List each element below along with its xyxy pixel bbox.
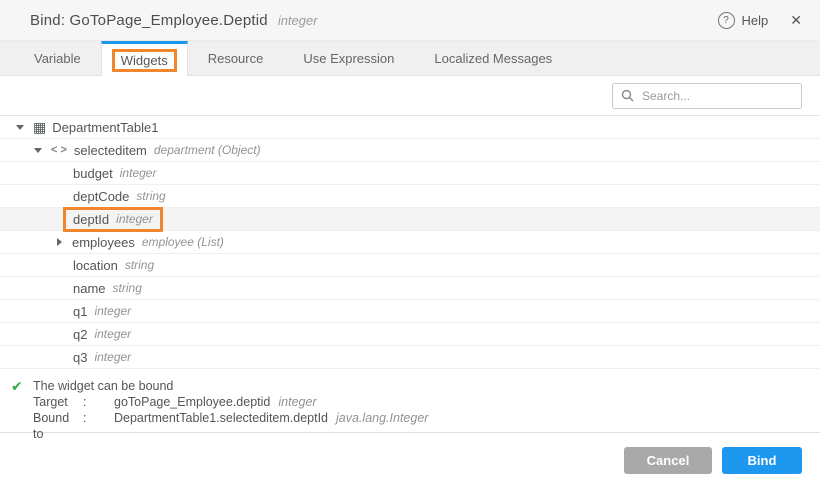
status-colon: : <box>83 394 114 410</box>
check-icon: ✔ <box>11 378 23 395</box>
status-label: Target <box>33 394 83 410</box>
tree-node-type: integer <box>94 350 131 364</box>
tree-row-selecteditem[interactable]: < > selecteditem department (Object) <box>0 139 820 162</box>
tree-node-label: q1 <box>73 304 87 319</box>
dialog-title: Bind: GoToPage_Employee.Deptid <box>30 12 268 29</box>
tree-node-label: employees <box>72 235 135 250</box>
tree-node-label: budget <box>73 166 113 181</box>
tree-row-deptid[interactable]: deptId integer <box>0 208 820 231</box>
tree-node-label: deptId <box>73 212 109 227</box>
cancel-button[interactable]: Cancel <box>624 447 712 474</box>
status-value-type: integer <box>278 394 316 410</box>
chevron-down-icon[interactable] <box>34 148 42 153</box>
tree-row-location[interactable]: location string <box>0 254 820 277</box>
tree-row-q1[interactable]: q1 integer <box>0 300 820 323</box>
search-row <box>0 76 820 116</box>
tree-node-label: deptCode <box>73 189 129 204</box>
dialog-header: Bind: GoToPage_Employee.Deptid integer ?… <box>0 0 820 40</box>
tree-row-budget[interactable]: budget integer <box>0 162 820 185</box>
tree-node-type: integer <box>120 166 157 180</box>
object-icon: < > <box>51 144 67 156</box>
tree-row-q3[interactable]: q3 integer <box>0 346 820 369</box>
tab-label: Resource <box>208 51 264 66</box>
tree-node-type: department (Object) <box>154 143 261 157</box>
tree-node-type: string <box>136 189 165 203</box>
status-colon: : <box>83 410 114 442</box>
status-value: DepartmentTable1.selecteditem.deptId <box>114 410 328 442</box>
search-input[interactable] <box>640 88 793 104</box>
tree-node-label: q3 <box>73 350 87 365</box>
status-label: Bound to <box>33 410 83 442</box>
header-actions: ? Help ✕ <box>718 12 802 29</box>
status-rows: Target:goToPage_Employee.deptidintegerBo… <box>0 394 820 442</box>
status-value: goToPage_Employee.deptid <box>114 394 270 410</box>
annotation-box: Widgets <box>112 49 177 72</box>
table-icon: ▦ <box>33 120 46 134</box>
status-row-target: Target:goToPage_Employee.deptid integer <box>33 394 820 410</box>
search-box[interactable] <box>612 83 802 109</box>
status-value-type: java.lang.Integer <box>336 410 428 442</box>
help-button[interactable]: Help <box>742 13 769 28</box>
dialog-title-type: integer <box>278 13 318 28</box>
tree-node-type: employee (List) <box>142 235 224 249</box>
status-message: The widget can be bound <box>33 378 820 394</box>
close-icon[interactable]: ✕ <box>790 12 802 29</box>
tree-row-employees[interactable]: employees employee (List) <box>0 231 820 254</box>
tree-node-label: selecteditem <box>74 143 147 158</box>
widgets-tree: ▦ DepartmentTable1 < > selecteditem departme… <box>0 116 820 369</box>
chevron-right-icon[interactable] <box>57 238 62 246</box>
tree-node-label: location <box>73 258 118 273</box>
help-icon[interactable]: ? <box>718 12 735 29</box>
binding-status: ✔ The widget can be bound Target:goToPag… <box>0 369 820 433</box>
tree-row-deptcode[interactable]: deptCode string <box>0 185 820 208</box>
tree-node-label: name <box>73 281 106 296</box>
bind-button[interactable]: Bind <box>722 447 802 474</box>
search-icon <box>621 89 634 102</box>
tab-label: Use Expression <box>303 51 394 66</box>
chevron-down-icon[interactable] <box>16 125 24 130</box>
tree-node-type: integer <box>94 304 131 318</box>
tree-row-q2[interactable]: q2 integer <box>0 323 820 346</box>
tree-node-type: integer <box>116 212 153 226</box>
tab-variable[interactable]: Variable <box>14 41 101 75</box>
tree-node-type: string <box>113 281 142 295</box>
tab-resource[interactable]: Resource <box>188 41 284 75</box>
annotation-box: deptId integer <box>63 207 163 232</box>
tab-use-expression[interactable]: Use Expression <box>283 41 414 75</box>
tab-label: Localized Messages <box>434 51 552 66</box>
tree-node-type: integer <box>94 327 131 341</box>
tab-widgets[interactable]: Widgets <box>101 41 188 76</box>
tree-row-departmenttable1[interactable]: ▦ DepartmentTable1 <box>0 116 820 139</box>
tree-node-label: q2 <box>73 327 87 342</box>
tab-label: Widgets <box>121 53 168 68</box>
tree-node-label: DepartmentTable1 <box>52 120 158 135</box>
tab-label: Variable <box>34 51 81 66</box>
tab-bar: Variable Widgets Resource Use Expression Loc… <box>0 40 820 76</box>
tree-row-name[interactable]: name string <box>0 277 820 300</box>
tab-localized-messages[interactable]: Localized Messages <box>414 41 572 75</box>
status-row-bound-to: Bound to:DepartmentTable1.selecteditem.d… <box>33 410 820 442</box>
tree-node-type: string <box>125 258 154 272</box>
